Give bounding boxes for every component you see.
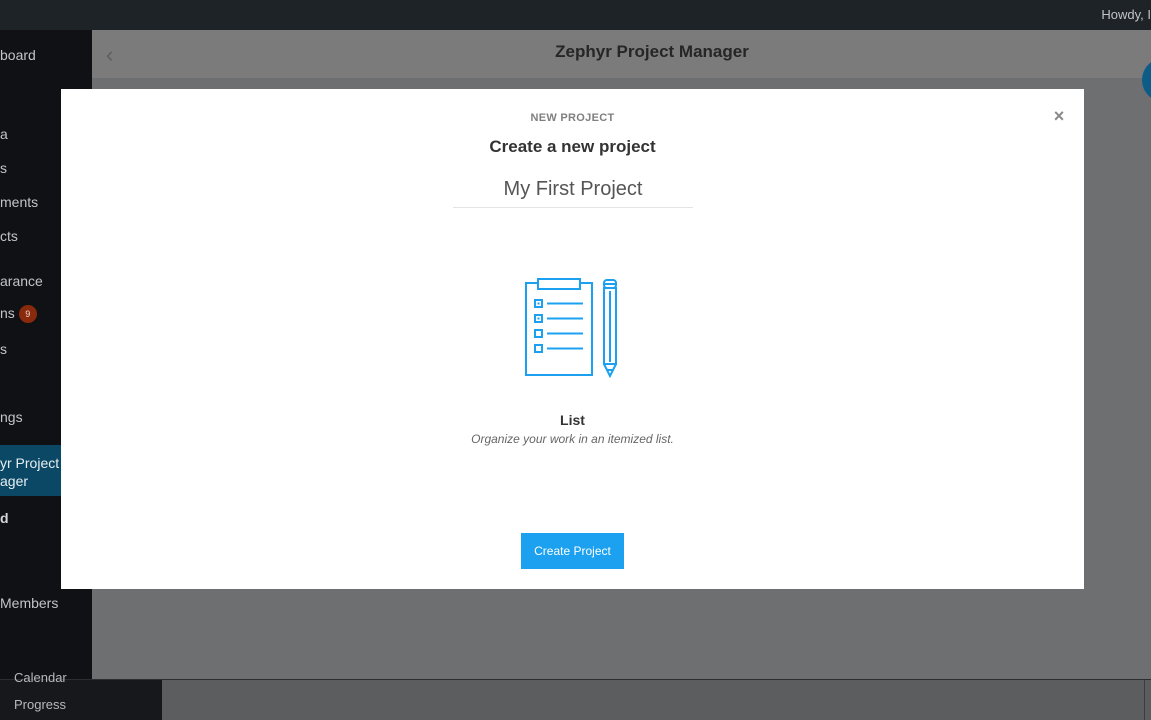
sidebar-item-users[interactable]: s: [0, 341, 7, 357]
divider: [0, 679, 1151, 680]
modal-heading: Create a new project: [489, 137, 656, 156]
sidebar-submenu-progress[interactable]: Progress: [14, 697, 66, 712]
sidebar-item-comments[interactable]: ments: [0, 194, 38, 210]
project-type-title: List: [560, 412, 585, 428]
sidebar-item-pages[interactable]: s: [0, 160, 7, 176]
modal-kicker: NEW PROJECT: [530, 112, 615, 124]
sidebar-item-label: ngs: [0, 409, 23, 425]
update-count-badge: 9: [18, 305, 37, 324]
plugin-title: Zephyr Project Manager: [555, 42, 749, 61]
sidebar-item-label: board: [0, 47, 36, 63]
divider: [1144, 680, 1145, 720]
sidebar-item-label: a: [0, 126, 8, 142]
new-project-modal: × NEW PROJECT Create a new project List …: [61, 89, 1084, 589]
sidebar-item-label: ments: [0, 194, 39, 210]
sidebar-item-label: s: [0, 160, 7, 176]
sidebar-submenu-members[interactable]: Members: [0, 595, 58, 611]
sidebar-item-media[interactable]: a: [0, 126, 8, 142]
content-bottom: [0, 680, 1151, 720]
sidebar-item-settings[interactable]: ngs: [0, 409, 23, 425]
admin-bar: Howdy, I: [0, 0, 1151, 30]
sidebar-item-plugins[interactable]: ns 9: [0, 305, 37, 324]
sidebar-item-label: ns: [0, 305, 15, 321]
howdy-greeting[interactable]: Howdy, I: [1101, 7, 1151, 22]
sidebar-item-label: arance: [0, 273, 43, 289]
sidebar-submenu-dashboard[interactable]: d: [0, 510, 9, 526]
project-name-input[interactable]: [453, 171, 693, 208]
sidebar-item-dashboard[interactable]: board: [0, 47, 36, 63]
sidebar-item-label: cts: [0, 228, 18, 244]
sidebar-active-label-line2: ager: [0, 473, 29, 489]
sidebar-item-label: s: [0, 341, 7, 357]
clipboard-list-pencil-icon[interactable]: [523, 278, 623, 378]
plugin-header: ‹ Zephyr Project Manager: [92, 30, 1151, 78]
sidebar-active-label-line1: yr Project: [0, 455, 60, 471]
sidebar-item-products[interactable]: cts: [0, 228, 18, 244]
sidebar-item-appearance[interactable]: arance: [0, 273, 43, 289]
sidebar-submenu-calendar[interactable]: Calendar: [14, 670, 67, 685]
project-type-description: Organize your work in an itemized list.: [471, 432, 674, 446]
create-project-button[interactable]: Create Project: [521, 533, 624, 569]
